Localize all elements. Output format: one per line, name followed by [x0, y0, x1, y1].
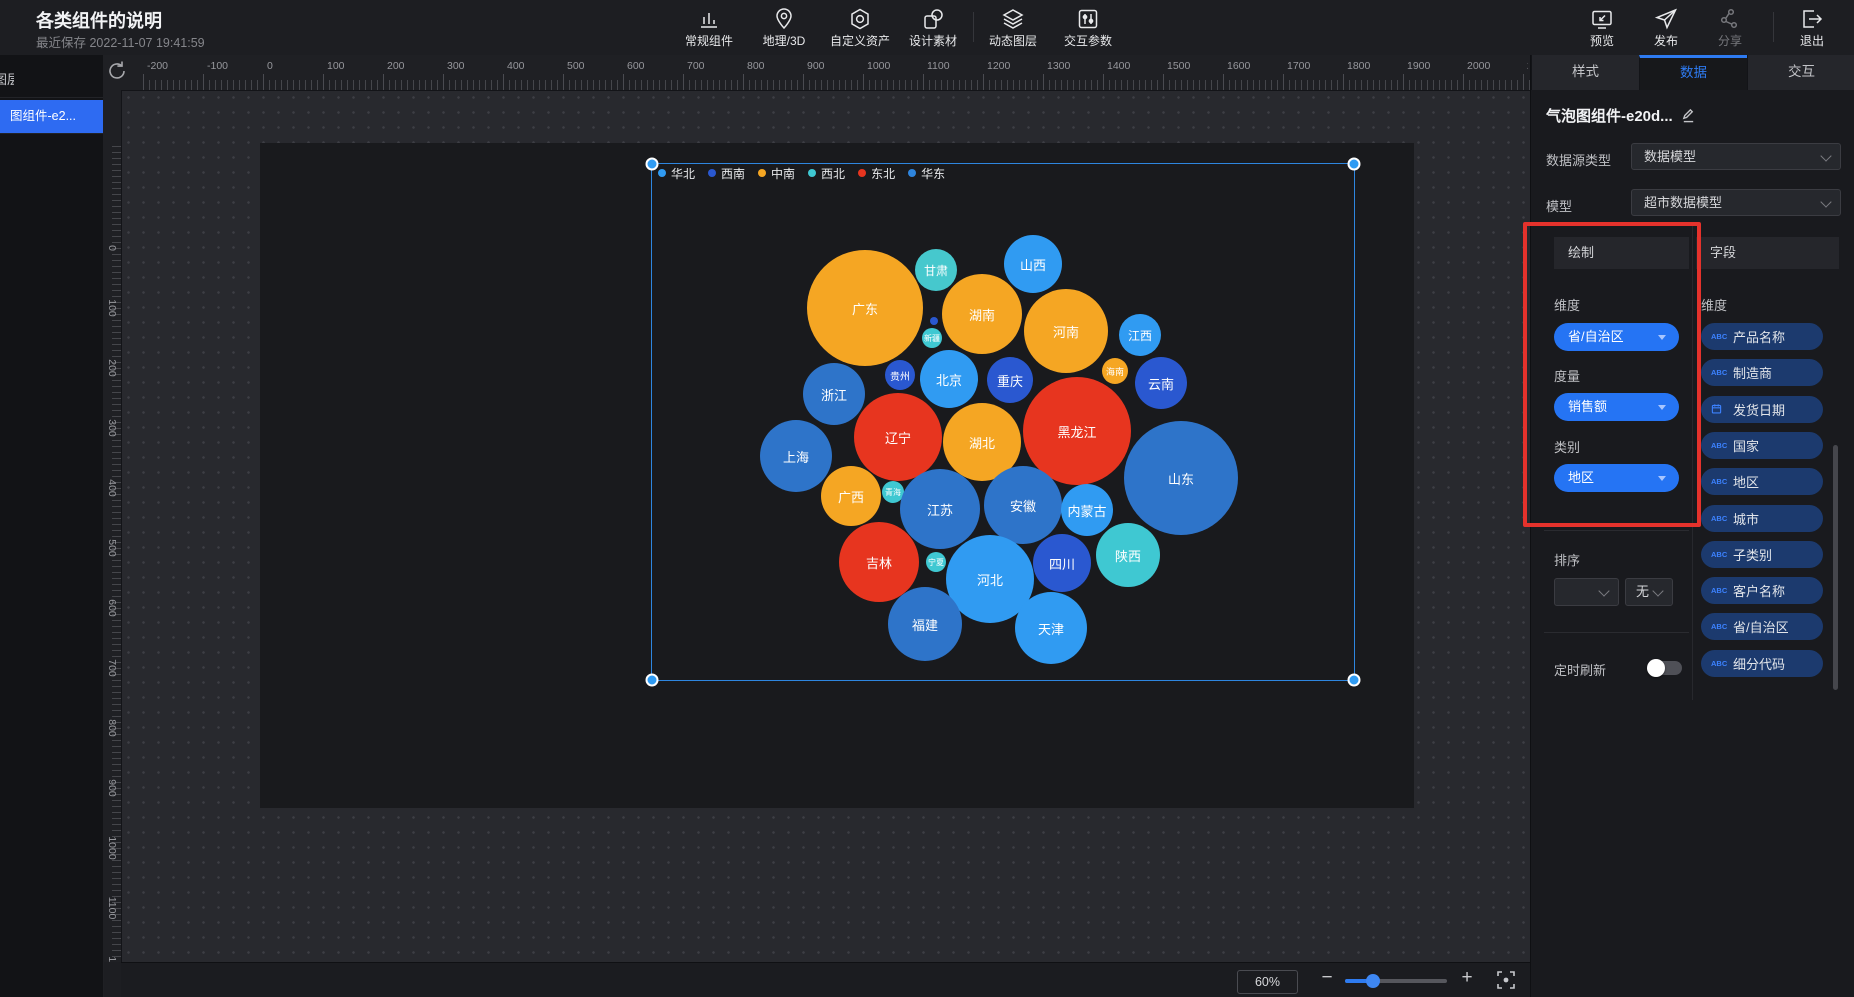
sort-field-select[interactable]: [1554, 578, 1619, 606]
field-name: 国家: [1733, 436, 1759, 455]
field-name: 子类别: [1733, 545, 1772, 564]
toggle-knob: [1647, 659, 1665, 677]
selection-handle-bottom-left[interactable]: [646, 674, 659, 687]
model-select[interactable]: 超市数据模型: [1631, 189, 1841, 216]
abc-field-icon: ABC: [1711, 477, 1731, 486]
layers-panel: 图层 图组件-e2...: [0, 55, 104, 997]
divider: [0, 133, 103, 134]
abc-field-icon: ABC: [1711, 622, 1731, 631]
toolbar-item-分享[interactable]: 分享: [1685, 6, 1775, 49]
tab-draw[interactable]: 绘制: [1554, 237, 1689, 269]
field-pill-发货日期[interactable]: 发货日期: [1701, 396, 1823, 423]
top-bar: 各类组件的说明 最近保存 2022-11-07 19:41:59 常规组件地理/…: [0, 0, 1854, 56]
field-name: 地区: [1733, 472, 1759, 491]
zoom-slider-knob[interactable]: [1366, 974, 1380, 988]
field-pill-国家[interactable]: ABC国家: [1701, 432, 1823, 459]
field-pill-城市[interactable]: ABC城市: [1701, 505, 1823, 532]
field-name: 产品名称: [1733, 327, 1785, 346]
auto-refresh-label: 定时刷新: [1554, 660, 1606, 679]
toolbar-item-label: 设计素材: [888, 32, 978, 49]
field-pill-省/自治区[interactable]: ABC省/自治区: [1701, 613, 1823, 640]
divider: [1544, 632, 1689, 633]
dimension-select[interactable]: 省/自治区: [1554, 323, 1679, 351]
divider: [0, 97, 103, 98]
panel-tab-交互[interactable]: 交互: [1747, 55, 1854, 90]
measure-select[interactable]: 销售额: [1554, 393, 1679, 421]
field-pill-细分代码[interactable]: ABC细分代码: [1701, 650, 1823, 677]
sliders-icon: [1043, 6, 1133, 31]
fields-scrollbar[interactable]: [1833, 445, 1838, 690]
datasource-type-select[interactable]: 数据模型: [1631, 143, 1841, 170]
field-name: 城市: [1733, 509, 1759, 528]
abc-field-icon: ABC: [1711, 586, 1731, 595]
abc-field-icon: ABC: [1711, 550, 1731, 559]
selection-handle-top-left[interactable]: [646, 158, 659, 171]
toolbar-item-交互参数[interactable]: 交互参数: [1043, 6, 1133, 49]
fields-dimension-header: 维度: [1701, 295, 1727, 314]
component-name: 气泡图组件-e20d...: [1546, 105, 1696, 126]
layer-item-bubble-chart[interactable]: 图组件-e2...: [0, 100, 103, 133]
selection-handle-bottom-right[interactable]: [1348, 674, 1361, 687]
field-name: 制造商: [1733, 363, 1772, 382]
selection-box[interactable]: [651, 163, 1355, 681]
shapes-icon: [888, 6, 978, 31]
toolbar-item-label: 退出: [1767, 32, 1854, 49]
exit-icon: [1767, 6, 1854, 31]
toolbar-item-label: 分享: [1685, 32, 1775, 49]
measure-label: 度量: [1554, 366, 1580, 385]
canvas-bottom-bar: 60% − +: [121, 962, 1530, 997]
panel-tab-样式[interactable]: 样式: [1531, 55, 1639, 90]
last-saved-text: 最近保存 2022-11-07 19:41:59: [36, 32, 205, 51]
selection-handle-top-right[interactable]: [1348, 158, 1361, 171]
layers-panel-header: 图层: [0, 69, 14, 89]
abc-field-icon: ABC: [1711, 514, 1731, 523]
vertical-ruler-ticks: [112, 146, 121, 962]
field-pill-子类别[interactable]: ABC子类别: [1701, 541, 1823, 568]
field-pill-制造商[interactable]: ABC制造商: [1701, 359, 1823, 386]
toolbar-item-设计素材[interactable]: 设计素材: [888, 6, 978, 49]
panel-tab-数据[interactable]: 数据: [1639, 55, 1747, 90]
divider: [1692, 222, 1693, 700]
field-name: 细分代码: [1733, 654, 1785, 673]
datasource-type-label: 数据源类型: [1546, 150, 1611, 169]
field-name: 发货日期: [1733, 400, 1785, 419]
abc-field-icon: ABC: [1711, 368, 1731, 377]
abc-field-icon: ABC: [1711, 441, 1731, 450]
horizontal-ruler-ticks: [143, 80, 1530, 90]
model-label: 模型: [1546, 196, 1572, 215]
abc-field-icon: ABC: [1711, 332, 1731, 341]
share-icon: [1685, 6, 1775, 31]
edit-name-icon[interactable]: [1681, 108, 1696, 125]
zoom-in-button[interactable]: +: [1456, 967, 1478, 989]
field-pill-客户名称[interactable]: ABC客户名称: [1701, 577, 1823, 604]
auto-refresh-toggle[interactable]: [1649, 661, 1682, 675]
divider: [1544, 530, 1689, 531]
zoom-level-value[interactable]: 60%: [1237, 970, 1298, 994]
field-name: 客户名称: [1733, 581, 1785, 600]
category-label: 类别: [1554, 437, 1580, 456]
toolbar-item-退出[interactable]: 退出: [1767, 6, 1854, 49]
designer-app: 各类组件的说明 最近保存 2022-11-07 19:41:59 常规组件地理/…: [0, 0, 1854, 997]
field-name: 省/自治区: [1733, 617, 1789, 636]
settings-panel: 样式数据交互 气泡图组件-e20d... 数据源类型 数据模型 模型 超市数据模…: [1530, 55, 1854, 997]
project-title: 各类组件的说明: [36, 7, 162, 33]
category-select[interactable]: 地区: [1554, 464, 1679, 492]
fit-to-screen-icon[interactable]: [1495, 969, 1517, 991]
dimension-label: 维度: [1554, 295, 1580, 314]
reset-view-icon[interactable]: [104, 58, 130, 84]
abc-field-icon: ABC: [1711, 659, 1731, 668]
field-pill-地区[interactable]: ABC地区: [1701, 468, 1823, 495]
date-field-icon: [1711, 403, 1731, 416]
tab-fields[interactable]: 字段: [1696, 237, 1839, 269]
zoom-out-button[interactable]: −: [1316, 967, 1338, 989]
toolbar-item-label: 交互参数: [1043, 32, 1133, 49]
sort-order-select[interactable]: 无: [1625, 578, 1673, 606]
sort-label: 排序: [1554, 550, 1580, 569]
field-pill-产品名称[interactable]: ABC产品名称: [1701, 323, 1823, 350]
